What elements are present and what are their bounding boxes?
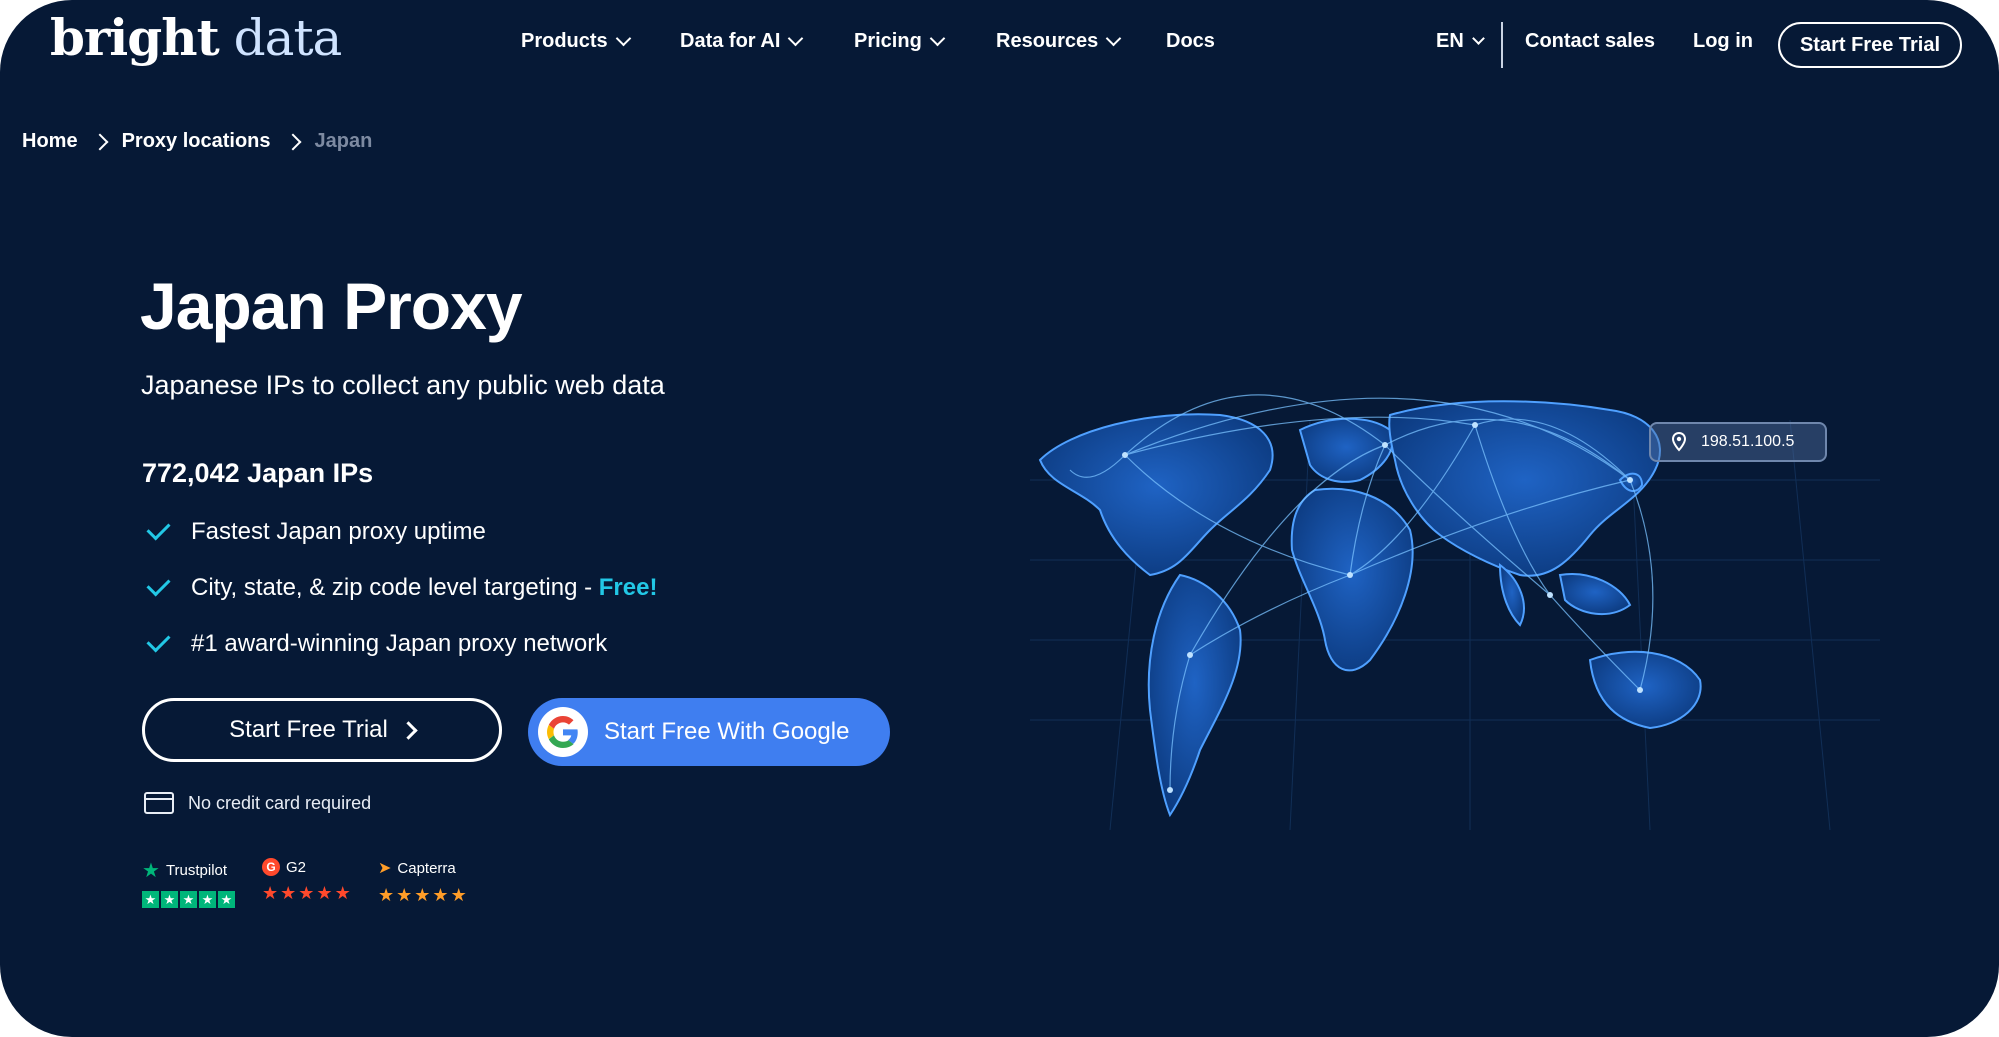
trustpilot-star-icon: ★ [142,860,160,882]
header-start-trial-button[interactable]: Start Free Trial [1778,22,1962,68]
nav-resources[interactable]: Resources [996,30,1122,53]
ip-count: 772,042 Japan IPs [142,458,374,488]
chevron-right-icon [399,720,418,740]
chevron-down-icon [615,30,631,47]
star-icon: ★ [298,883,315,903]
star-icon: ★ [316,883,333,903]
star-icon: ★ [396,885,413,905]
free-highlight: Free! [598,574,658,601]
chevron-right-icon [91,133,109,150]
chevron-down-icon [929,30,946,47]
breadcrumb-proxy-locations[interactable]: Proxy locations [122,130,271,153]
credit-card-icon [144,792,174,814]
page-subtitle: Japanese IPs to collect any public web d… [141,370,665,400]
ip-address-tag: 198.51.100.5 [1649,422,1827,462]
nav-docs[interactable]: Docs [1166,30,1215,53]
star-icon: ★ [378,885,395,905]
check-icon [146,571,171,597]
star-icon: ★ [414,885,431,905]
check-icon [146,627,171,653]
feature-item: Fastest Japan proxy uptime [146,515,486,546]
feature-item: City, state, & zip code level targeting … [146,571,658,602]
star-icon: ★ [161,891,178,908]
no-credit-card-note: No credit card required [144,792,371,814]
nav-data-for-ai[interactable]: Data for AI [680,30,804,53]
breadcrumb-home[interactable]: Home [22,130,78,153]
star-icon: ★ [280,883,297,903]
g2-rating[interactable]: G G2 ★ ★ ★ ★ ★ [262,858,351,902]
trustpilot-rating[interactable]: ★ Trustpilot ★ ★ ★ ★ ★ [142,858,235,908]
google-icon [538,707,588,757]
chevron-down-icon [1106,30,1122,47]
star-icon: ★ [450,885,467,905]
star-icon: ★ [432,885,449,905]
g2-logo-icon: G [262,858,280,876]
contact-sales-link[interactable]: Contact sales [1525,30,1655,53]
star-icon: ★ [262,883,279,903]
bright-data-logo[interactable]: bright data [50,8,342,67]
language-selector[interactable]: EN [1436,30,1485,53]
breadcrumb-current: Japan [314,130,373,152]
nav-pricing[interactable]: Pricing [854,30,946,53]
location-pin-icon [1671,432,1687,452]
capterra-rating[interactable]: ➤ Capterra ★ ★ ★ ★ ★ [378,858,467,905]
page-frame: bright data Products Data for AI Pricing… [0,0,1999,1037]
chevron-right-icon [284,133,302,150]
trustpilot-stars: ★ ★ ★ ★ ★ [142,891,235,908]
nav-products[interactable]: Products [521,30,631,53]
star-icon: ★ [218,891,235,908]
star-icon: ★ [142,891,159,908]
star-icon: ★ [199,891,216,908]
star-icon: ★ [334,883,351,903]
capterra-logo-icon: ➤ [378,860,392,877]
start-free-trial-button[interactable]: Start Free Trial [142,698,502,762]
chevron-down-icon [1471,32,1485,45]
check-icon [146,515,171,541]
feature-item: #1 award-winning Japan proxy network [146,627,607,658]
capterra-stars: ★ ★ ★ ★ ★ [378,886,467,904]
g2-stars: ★ ★ ★ ★ ★ [262,884,351,902]
star-icon: ★ [180,891,197,908]
chevron-down-icon [788,30,804,47]
page-title: Japan Proxy [140,269,523,343]
nav-divider [1501,22,1503,68]
login-link[interactable]: Log in [1693,30,1753,53]
breadcrumb: Home Proxy locations Japan [22,130,372,153]
start-free-with-google-button[interactable]: Start Free With Google [528,698,890,766]
